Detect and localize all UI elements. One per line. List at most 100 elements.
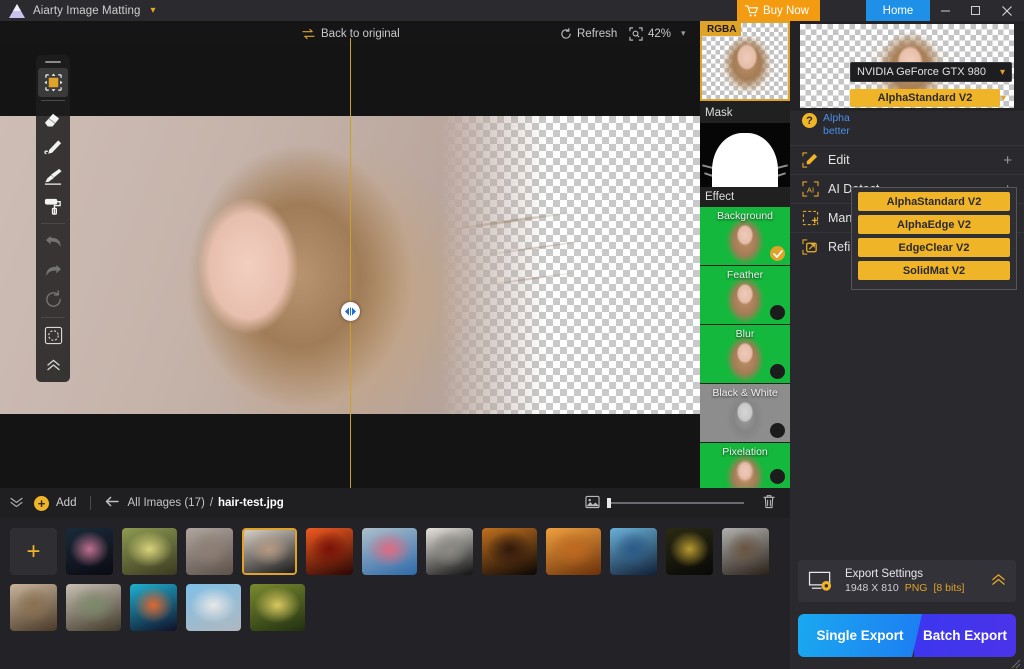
filmstrip-collapse-chevron-down-double-icon[interactable] — [10, 497, 23, 510]
buy-now-button[interactable]: Buy Now — [737, 0, 820, 21]
thumb-woman-flowers[interactable] — [186, 528, 233, 575]
thumb-hair-test[interactable] — [242, 528, 297, 575]
hardware-select[interactable]: NVIDIA GeForce GTX 980 ▾ — [850, 62, 1012, 82]
effect-blur[interactable]: Blur — [700, 325, 790, 383]
filmstrip-grid: + — [0, 518, 790, 669]
minimize-button[interactable] — [930, 0, 960, 21]
refresh-icon — [560, 28, 572, 40]
tool-separator — [41, 223, 65, 224]
single-export-button[interactable]: Single Export — [798, 614, 922, 657]
thumb-skateboard[interactable] — [186, 584, 241, 631]
export-format: PNG — [905, 582, 928, 594]
eraser-tool[interactable] — [38, 104, 68, 133]
collapse-toolbar-button[interactable] — [38, 350, 68, 379]
divider-top-stub — [350, 38, 351, 46]
thumb-white-hand[interactable] — [426, 528, 473, 575]
image-canvas[interactable] — [0, 46, 700, 488]
effect-radio[interactable] — [770, 423, 785, 438]
section-edit[interactable]: Edit + — [790, 145, 1024, 174]
refinement-icon — [802, 239, 819, 255]
reset-tool[interactable] — [38, 285, 68, 314]
question-mark-icon[interactable]: ? — [802, 113, 817, 128]
chevron-down-icon[interactable]: ▾ — [1001, 93, 1006, 104]
effect-pixelation[interactable]: Pixelation — [700, 443, 790, 488]
zoom-chevron-down-icon[interactable]: ▾ — [681, 28, 686, 39]
window-resize-grip[interactable] — [1011, 656, 1021, 666]
effect-black-and-white[interactable]: Black & White — [700, 384, 790, 442]
comparison-handle[interactable] — [341, 302, 360, 321]
add-images-plus-circle-icon[interactable]: + — [34, 496, 49, 511]
ai-model-select[interactable]: AlphaStandard V2 ▾ — [850, 88, 1012, 108]
transform-tool[interactable] — [38, 68, 68, 97]
add-image-plus-icon: + — [26, 540, 40, 564]
thumb-jellyfish[interactable] — [66, 528, 113, 575]
delete-trash-icon[interactable] — [762, 494, 776, 512]
effect-feather[interactable]: Feather — [700, 266, 790, 324]
roller-tool[interactable] — [38, 191, 68, 220]
thumbnail-image — [186, 584, 241, 631]
add-image-cell[interactable]: + — [10, 528, 57, 575]
batch-export-button[interactable]: Batch Export — [914, 614, 1016, 657]
effect-background[interactable]: Background — [700, 207, 790, 265]
export-settings-icon — [808, 570, 835, 593]
effect-title: Background — [700, 210, 790, 222]
ai-model-selected-value: AlphaStandard V2 — [850, 89, 1000, 107]
export-collapse-chevron-up-double-icon[interactable] — [991, 573, 1006, 589]
ai-model-option-alphaedge[interactable]: AlphaEdge V2 — [858, 215, 1010, 234]
maximize-button[interactable] — [960, 0, 990, 21]
refresh-button[interactable]: Refresh — [560, 28, 617, 40]
restore-pen-tool[interactable] — [38, 133, 68, 162]
home-button[interactable]: Home — [866, 0, 930, 21]
zoom-control[interactable]: 42% — [629, 27, 671, 41]
edit-pencil-icon — [802, 152, 819, 168]
redo-arrow-icon — [44, 262, 63, 279]
app-menu-chevron-down-icon[interactable]: ▾ — [150, 6, 155, 16]
zoom-magnifier-icon — [629, 27, 643, 41]
ai-model-option-edgeclear[interactable]: EdgeClear V2 — [858, 238, 1010, 257]
add-images-label[interactable]: Add — [56, 497, 76, 509]
export-dimensions: 1948 X 810 — [845, 582, 899, 594]
thumbnail-size-slider[interactable] — [607, 502, 744, 504]
effect-selected-check-icon[interactable] — [770, 246, 785, 261]
effect-radio[interactable] — [770, 364, 785, 379]
thumb-neon-girl[interactable] — [130, 584, 177, 631]
thumb-cat-sunset[interactable] — [546, 528, 601, 575]
selection-square-icon — [44, 326, 63, 345]
thumbnail-image — [546, 528, 601, 575]
thumb-room[interactable] — [66, 584, 121, 631]
redo-tool[interactable] — [38, 256, 68, 285]
thumb-bicycle[interactable] — [122, 528, 177, 575]
thumb-silhouette[interactable] — [306, 528, 353, 575]
thumb-bonfire[interactable] — [482, 528, 537, 575]
effect-radio[interactable] — [770, 469, 785, 484]
rgba-result-thumb[interactable]: RGBA — [700, 21, 790, 101]
comparison-divider[interactable] — [350, 46, 351, 488]
add-icon[interactable]: + — [1003, 152, 1012, 169]
brush-tool[interactable] — [38, 162, 68, 191]
thumb-pink-hair[interactable] — [362, 528, 417, 575]
ai-model-dropdown[interactable]: AlphaStandard V2 AlphaEdge V2 EdgeClear … — [851, 187, 1017, 290]
effect-radio[interactable] — [770, 305, 785, 320]
thumb-necklace[interactable] — [666, 528, 713, 575]
thumb-bearded-man[interactable] — [722, 528, 769, 575]
filmstrip-bar-right — [585, 494, 790, 512]
ai-model-option-solidmat[interactable]: SolidMat V2 — [858, 261, 1010, 280]
all-images-link[interactable]: All Images (17) — [127, 497, 204, 509]
thumb-blue-woman[interactable] — [610, 528, 657, 575]
close-button[interactable] — [990, 0, 1024, 21]
marquee-tool[interactable] — [38, 321, 68, 350]
thumb-spiderweb[interactable] — [250, 584, 305, 631]
export-settings[interactable]: Export Settings 1948 X 810 PNG [8 bits] — [798, 560, 1016, 602]
effect-title: Black & White — [700, 387, 790, 399]
refresh-label: Refresh — [577, 28, 617, 40]
export-title: Export Settings — [845, 568, 964, 580]
undo-tool[interactable] — [38, 227, 68, 256]
buy-now-label: Buy Now — [763, 5, 809, 17]
slider-knob[interactable] — [607, 498, 611, 508]
eraser-icon — [43, 110, 63, 127]
mask-thumb[interactable] — [700, 123, 790, 187]
ai-model-option-alphastandard[interactable]: AlphaStandard V2 — [858, 192, 1010, 211]
tools-drag-handle[interactable] — [45, 61, 61, 63]
thumb-girl-sand[interactable] — [10, 584, 57, 631]
back-arrow-left-icon[interactable] — [105, 496, 119, 510]
